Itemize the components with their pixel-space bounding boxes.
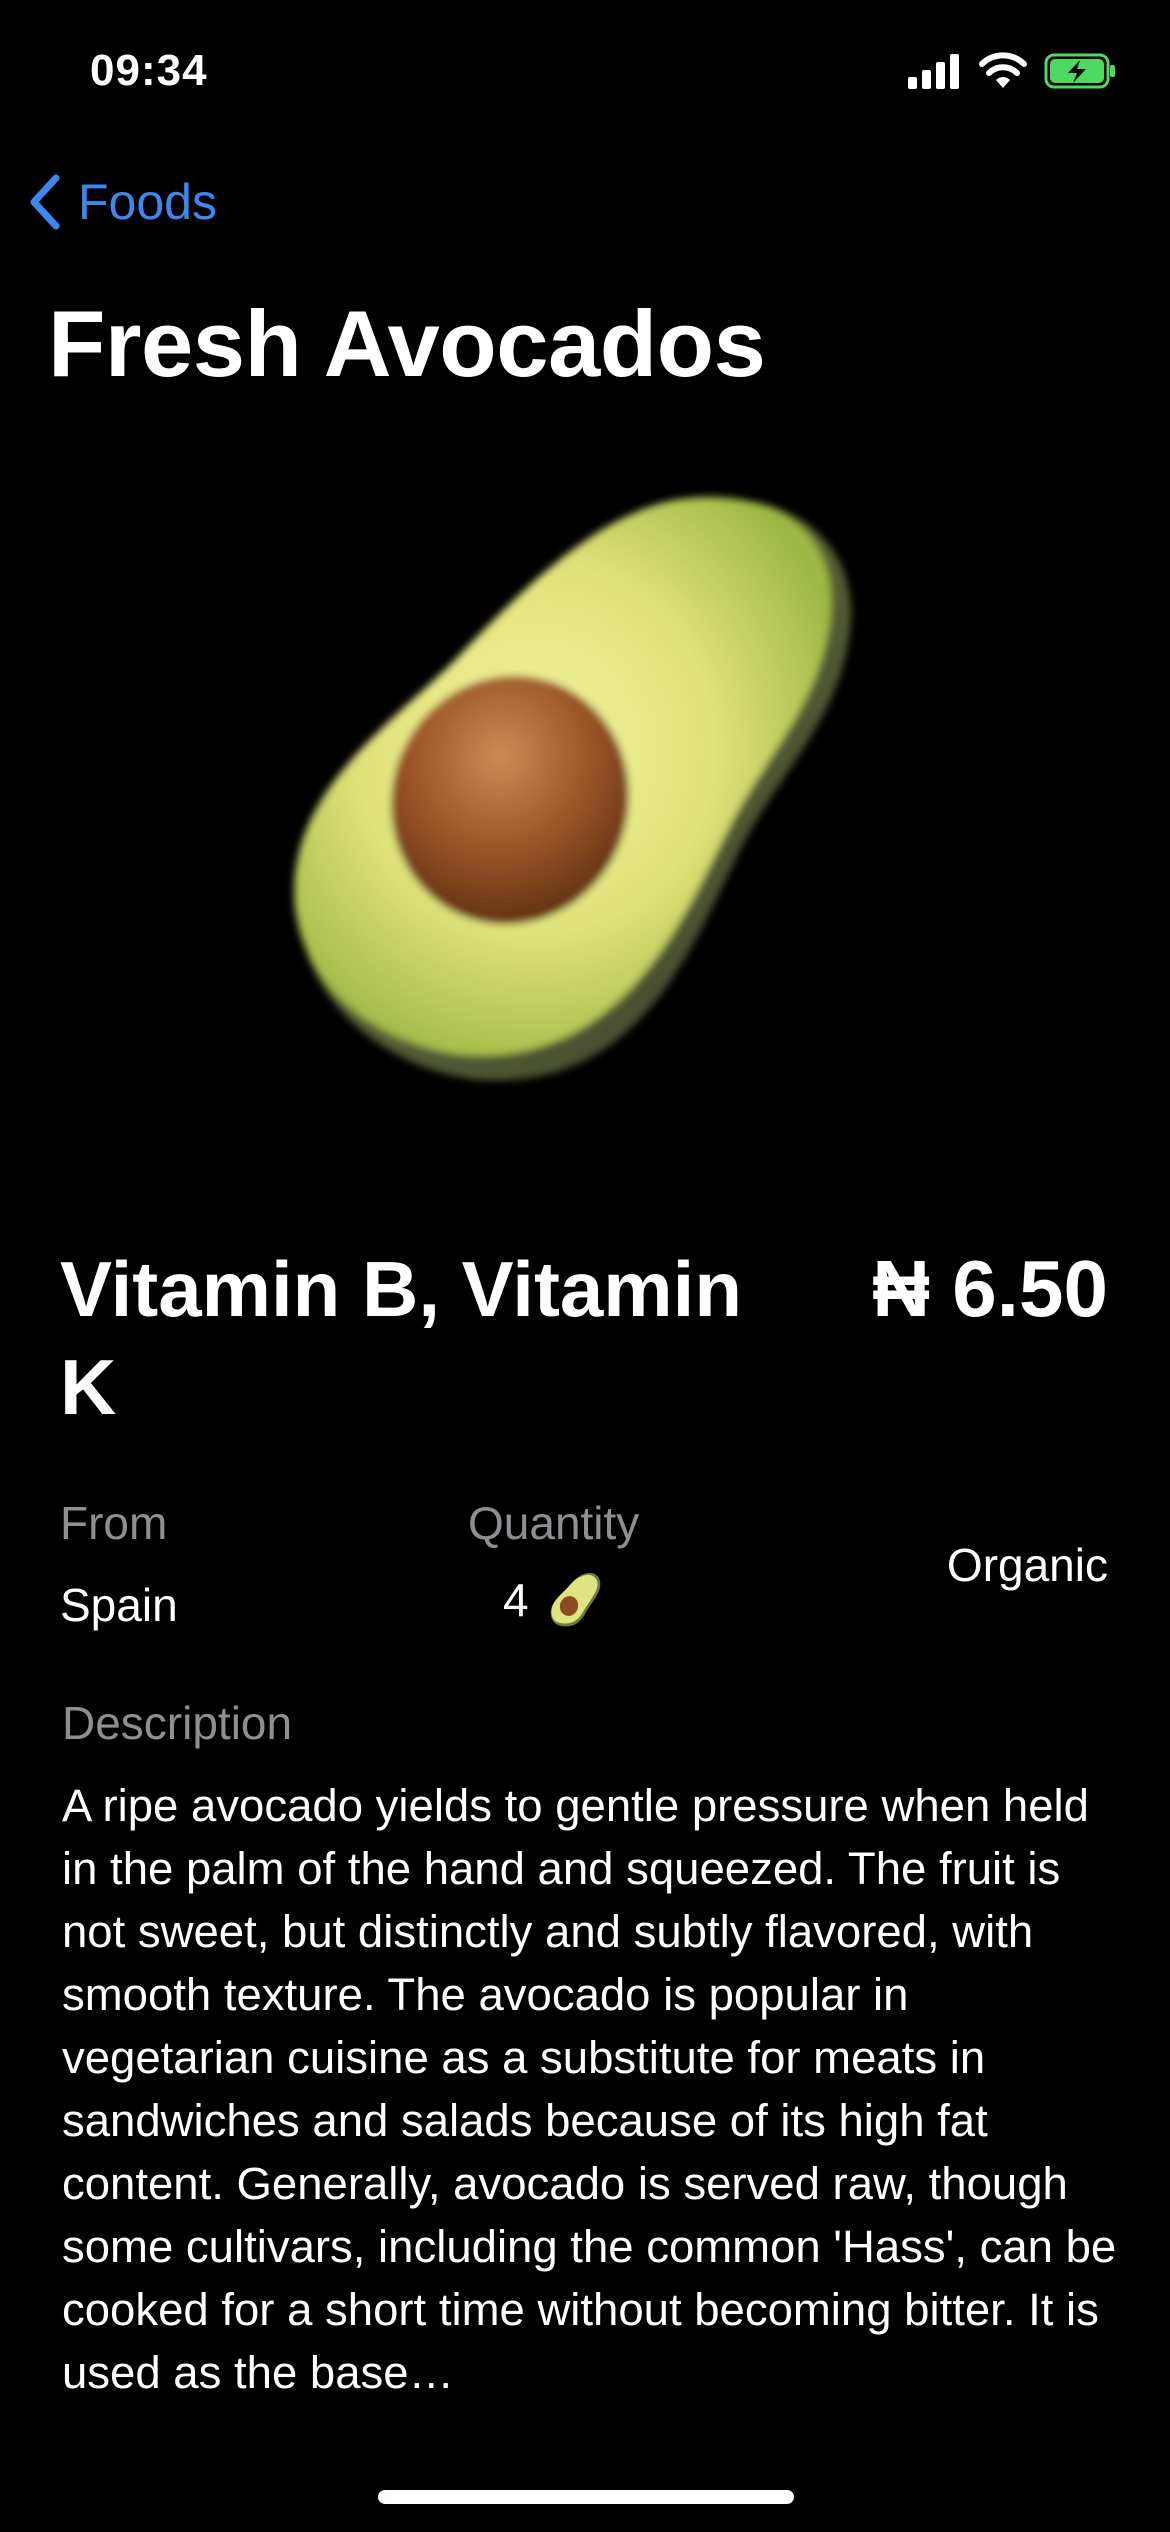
battery-charging-icon <box>1044 53 1115 89</box>
wifi-icon <box>979 52 1027 88</box>
chevron-left-icon <box>30 174 60 230</box>
status-bar: 09:34 <box>0 0 1170 150</box>
from-label: From <box>60 1497 168 1549</box>
avocado-icon <box>294 497 852 1081</box>
status-time: 09:34 <box>90 46 208 95</box>
price: ₦ 6.50 <box>872 1244 1108 1333</box>
quantity-value: 4 <box>503 1570 603 1630</box>
quantity-label: Quantity <box>468 1497 640 1549</box>
cellular-signal-icon <box>908 54 959 89</box>
avocado-icon <box>550 1572 600 1627</box>
organic-tag: Organic <box>946 1539 1108 1591</box>
back-button-label: Foods <box>78 174 217 230</box>
description-label: Description <box>62 1697 293 1749</box>
back-button[interactable]: Foods <box>24 172 217 232</box>
from-value: Spain <box>60 1579 178 1631</box>
description-text: A ripe avocado yields to gentle pressure… <box>62 1780 1117 2398</box>
nutrients-heading: Vitamin B, Vitamin K <box>60 1245 742 1431</box>
quantity-number: 4 <box>503 1574 529 1626</box>
status-icons <box>906 52 1118 90</box>
home-indicator[interactable] <box>378 2490 794 2504</box>
page-title: Fresh Avocados <box>48 291 766 396</box>
